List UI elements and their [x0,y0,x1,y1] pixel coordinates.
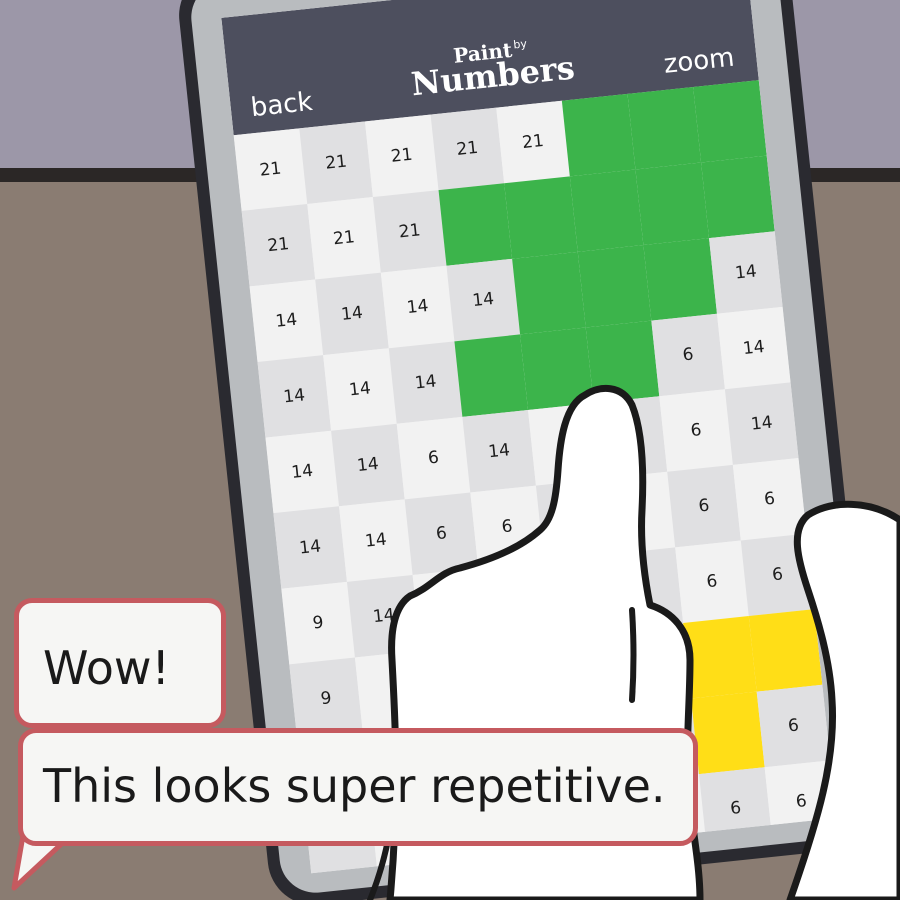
speech-bubble-wow: Wow! [14,598,226,728]
speech-text-repetitive: This looks super repetitive. [43,759,666,813]
comic-scene: back Paintby Numbers zoom 21 21 21 21 21 21 21… [0,0,900,900]
speech-text-wow: Wow! [43,641,170,695]
speech-bubble-repetitive: This looks super repetitive. [18,728,698,846]
